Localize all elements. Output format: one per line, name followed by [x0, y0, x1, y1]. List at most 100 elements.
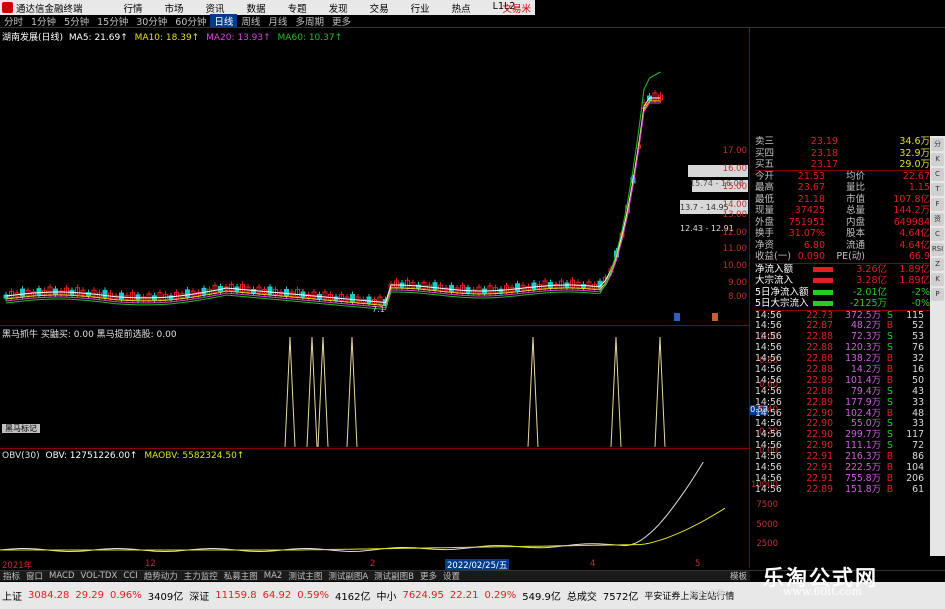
side-tool-button[interactable]: F — [931, 198, 944, 211]
indicator-tab-bar: 指标 窗口 MACD VOL-TDX CCI 趋势动力 主力监控 私募主图 MA2 测试主图 测试副… — [0, 570, 750, 582]
indicator-tab[interactable]: 测试副图A — [325, 570, 371, 582]
menu-item-market[interactable]: 市场 — [154, 1, 195, 15]
indicator-tab[interactable]: 测试主图 — [285, 570, 325, 582]
side-tool-button[interactable]: C — [931, 168, 944, 181]
menu-item-data[interactable]: 数据 — [236, 1, 277, 15]
period-tab-multi[interactable]: 多周期 — [291, 14, 328, 28]
indicator-tab[interactable]: 指标 — [0, 570, 23, 582]
indicator-tab[interactable]: 更多 — [417, 570, 440, 582]
signal-spike — [527, 337, 539, 447]
tick-trade-row: 14:56 22.89 177.9万 S 33 — [755, 396, 924, 408]
indicator-tab[interactable]: MA2 — [261, 571, 286, 581]
quote-stat-row: 收益(一) 0.090 PE(动) 66.9 — [755, 251, 930, 262]
right-toolbar: 分 K C T F 资 C RSI Z K P — [930, 136, 945, 556]
candle-body — [531, 282, 537, 290]
signal-spike — [306, 337, 318, 447]
price-tick: 17.00 — [722, 146, 747, 156]
period-tab-day[interactable]: 日线 — [210, 14, 238, 28]
side-tool-button[interactable]: 资 — [931, 213, 944, 226]
period-tab-month[interactable]: 月线 — [264, 14, 291, 28]
candle-body — [36, 288, 42, 296]
period-tab-15m[interactable]: 15分钟 — [93, 14, 132, 28]
side-tool-button[interactable]: C — [931, 228, 944, 241]
zx-label: 中小 — [376, 592, 397, 603]
axis-tick: 2500 — [756, 539, 778, 549]
zx-percent: 0.29% — [484, 590, 517, 601]
capital-flow-row: 5日净流入额 -2.01亿 -2% — [755, 286, 930, 298]
indicator-tab[interactable]: 测试副图B — [371, 570, 417, 582]
sz-percent: 0.59% — [297, 590, 330, 601]
tick-trade-row: 14:56 22.88 79.4万 S 43 — [755, 385, 924, 397]
sh-amount: 3409亿 — [147, 592, 184, 603]
menu-item-discover[interactable]: 发现 — [318, 1, 359, 15]
event-marker[interactable] — [674, 313, 680, 321]
tick-trade-row: 14:56 22.89 151.8万 B 61 — [755, 483, 924, 495]
maobv-value: MAOBV: 5582324.50↑ — [144, 451, 245, 461]
period-tab-more[interactable]: 更多 — [328, 14, 355, 28]
time-axis: 2021年 12 2 2022/02/25/五 4 5 — [0, 559, 750, 571]
menu-item-quotes[interactable]: 行情 — [113, 1, 154, 15]
axis-tick: 5000 — [756, 520, 778, 530]
side-tool-button[interactable]: P — [931, 288, 944, 301]
side-tool-button[interactable]: 分 — [931, 138, 944, 151]
price-tick: 8.00 — [728, 292, 747, 302]
side-tool-button[interactable]: Z — [931, 258, 944, 271]
price-tick: 15.00 — [722, 182, 747, 192]
side-tool-button[interactable]: K — [931, 273, 944, 286]
side-tool-button[interactable]: T — [931, 183, 944, 196]
indicator-tab[interactable]: 趋势动力 — [141, 570, 181, 582]
time-tick: 12 — [145, 559, 156, 569]
period-tab-week[interactable]: 周线 — [237, 14, 264, 28]
total-label: 总成交 — [566, 592, 597, 603]
axis-tick: 7500 — [756, 500, 778, 510]
period-tab-5m[interactable]: 5分钟 — [60, 14, 93, 28]
main-menu: 行情 市场 资讯 数据 专题 发现 交易 行业 热点 L1L2 — [113, 1, 527, 15]
indicator-tab[interactable]: 主力监控 — [181, 570, 221, 582]
brand-text: 文易米 — [502, 3, 531, 15]
zx-change: 22.21 — [449, 590, 479, 601]
obv-chart[interactable] — [0, 462, 750, 557]
menu-item-industry[interactable]: 行业 — [400, 1, 441, 15]
event-marker[interactable] — [712, 313, 718, 321]
signal-spike — [284, 337, 296, 447]
menu-item-hot[interactable]: 热点 — [441, 1, 482, 15]
time-tick: 4 — [590, 559, 596, 569]
period-tab-60m[interactable]: 60分钟 — [171, 14, 210, 28]
indicator1-chart[interactable] — [0, 337, 750, 447]
price-tick: 10.00 — [722, 261, 747, 271]
period-tab-minute[interactable]: 分时 — [0, 14, 27, 28]
candle-body — [20, 288, 25, 297]
side-tool-button[interactable]: K — [931, 153, 944, 166]
order-book-row: 买五 23.17 29.0万 — [755, 159, 930, 171]
side-tool-button[interactable]: RSI — [931, 243, 944, 256]
quote-stat-row: 最低 21.18 市值 107.8亿 — [755, 193, 930, 205]
indicator-tab[interactable]: 设置 — [440, 570, 463, 582]
quote-stat-row: 净资 6.80 流通 4.64亿 — [755, 239, 930, 251]
order-book-row: 买四 23.18 32.9万 — [755, 147, 930, 159]
indicator-tab[interactable]: 私募主图 — [221, 570, 261, 582]
indicator-tab[interactable]: MACD — [46, 571, 77, 581]
app-logo-icon — [2, 2, 13, 13]
candle-body — [119, 292, 124, 300]
sz-value: 11159.8 — [215, 590, 257, 601]
indicator2-legend: OBV(30) OBV: 12751226.00↑ MAOBV: 5582324… — [2, 451, 244, 461]
indicator-tab[interactable]: 窗口 — [23, 570, 46, 582]
sh-percent: 0.96% — [110, 590, 142, 601]
sh-change: 29.29 — [75, 590, 104, 601]
watermark-url: www.60lt.com — [783, 585, 863, 598]
menu-item-news[interactable]: 资讯 — [195, 1, 236, 15]
menu-item-trade[interactable]: 交易 — [359, 1, 400, 15]
candle-body — [350, 294, 355, 302]
period-tab-1m[interactable]: 1分钟 — [27, 14, 60, 28]
indicator-tab[interactable]: VOL-TDX — [78, 571, 121, 581]
candle-body — [432, 282, 438, 291]
template-tab[interactable]: 模板 — [727, 570, 750, 582]
title-bar: 通达信金融终端 行情 市场 资讯 数据 专题 发现 交易 行业 热点 L1L2 … — [0, 0, 535, 15]
period-tab-30m[interactable]: 30分钟 — [132, 14, 171, 28]
candle-body — [284, 289, 289, 296]
kline-chart[interactable]: 15.74 - 16.08 13.7 - 14.95 12.43 - 12.91… — [0, 40, 750, 325]
menu-item-topics[interactable]: 专题 — [277, 1, 318, 15]
indicator-tab[interactable]: CCI — [120, 571, 140, 581]
obv-value: OBV: 12751226.00↑ — [45, 451, 138, 461]
quote-stat-row: 今开 21.53 均价 22.67 — [755, 170, 930, 182]
